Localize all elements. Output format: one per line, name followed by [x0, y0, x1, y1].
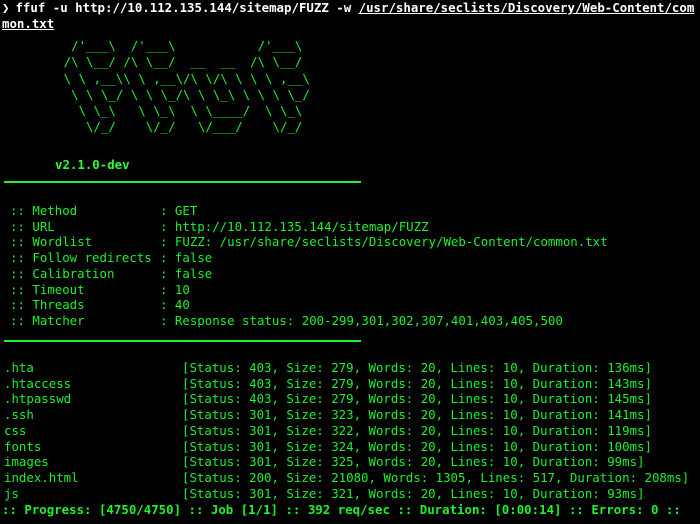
- prompt-chevron-icon: ❯: [2, 0, 10, 15]
- config-value: : 40: [160, 297, 190, 313]
- config-key: :: Follow redirects: [10, 250, 152, 266]
- config-key: :: Threads: [10, 297, 85, 313]
- config-row: :: URL : http://10.112.135.144/sitemap/FU…: [10, 219, 429, 235]
- config-key: :: URL: [10, 218, 55, 234]
- divider-bottom: [4, 340, 361, 342]
- result-path: .htaccess: [4, 375, 72, 391]
- result-path: fonts: [4, 438, 42, 454]
- result-status: [Status: 301, Size: 323, Words: 20, Line…: [182, 407, 652, 423]
- config-value: : 10: [160, 281, 190, 297]
- config-key: :: Method: [10, 203, 78, 218]
- config-key: :: Timeout: [10, 281, 85, 297]
- config-key: :: Calibration: [10, 265, 115, 281]
- config-value: : FUZZ: /usr/share/seclists/Discovery/We…: [160, 234, 608, 250]
- result-path: css: [4, 422, 27, 438]
- result-path: .htpasswd: [4, 391, 72, 407]
- config-row: :: Timeout : 10: [10, 282, 190, 298]
- command-text: ffuf -u http://10.112.135.144/sitemap/FU…: [15, 0, 359, 15]
- result-status: [Status: 403, Size: 279, Words: 20, Line…: [182, 360, 652, 375]
- result-path: js: [4, 485, 19, 501]
- ffuf-ascii-banner: /'___\ /'___\ /'___\ /\ \__/ /\ \__/ __ …: [63, 38, 310, 135]
- config-row: :: Follow redirects : false: [10, 250, 212, 266]
- config-row: :: Calibration : false: [10, 266, 212, 282]
- config-key: :: Wordlist: [10, 234, 93, 250]
- config-row: :: Method : GET: [10, 203, 197, 219]
- result-path: images: [4, 454, 49, 470]
- divider-top: [4, 181, 361, 183]
- result-status: [Status: 301, Size: 322, Words: 20, Line…: [182, 422, 652, 438]
- config-value: : false: [160, 265, 213, 281]
- result-status: [Status: 200, Size: 21080, Words: 1305, …: [182, 469, 690, 485]
- result-status: [Status: 403, Size: 279, Words: 20, Line…: [182, 375, 652, 391]
- config-row: :: Threads : 40: [10, 297, 190, 313]
- result-path: index.html: [4, 469, 79, 485]
- result-path: .ssh: [4, 407, 34, 423]
- command-line[interactable]: ❯ ffuf -u http://10.112.135.144/sitemap/F…: [2, 0, 698, 32]
- config-value: : false: [160, 250, 213, 266]
- config-value: : GET: [160, 203, 198, 218]
- config-value: : http://10.112.135.144/sitemap/FUZZ: [160, 218, 429, 234]
- terminal-window[interactable]: ❯ ffuf -u http://10.112.135.144/sitemap/F…: [0, 0, 700, 524]
- result-status: [Status: 403, Size: 279, Words: 20, Line…: [182, 391, 652, 407]
- config-row: :: Matcher : Response status: 200-299,301…: [10, 313, 563, 329]
- result-status: [Status: 301, Size: 325, Words: 20, Line…: [182, 454, 645, 470]
- config-value: : Response status: 200-299,301,302,307,4…: [160, 312, 563, 328]
- config-row: :: Wordlist : FUZZ: /usr/share/seclists/D…: [10, 234, 608, 250]
- result-path: .hta: [4, 360, 34, 375]
- result-status: [Status: 301, Size: 321, Words: 20, Line…: [182, 485, 645, 501]
- version-label: v2.1.0-dev: [55, 157, 130, 172]
- progress-status-line: :: Progress: [4750/4750] :: Job [1/1] ::…: [2, 502, 681, 517]
- config-key: :: Matcher: [10, 312, 85, 328]
- result-status: [Status: 301, Size: 324, Words: 20, Line…: [182, 438, 652, 454]
